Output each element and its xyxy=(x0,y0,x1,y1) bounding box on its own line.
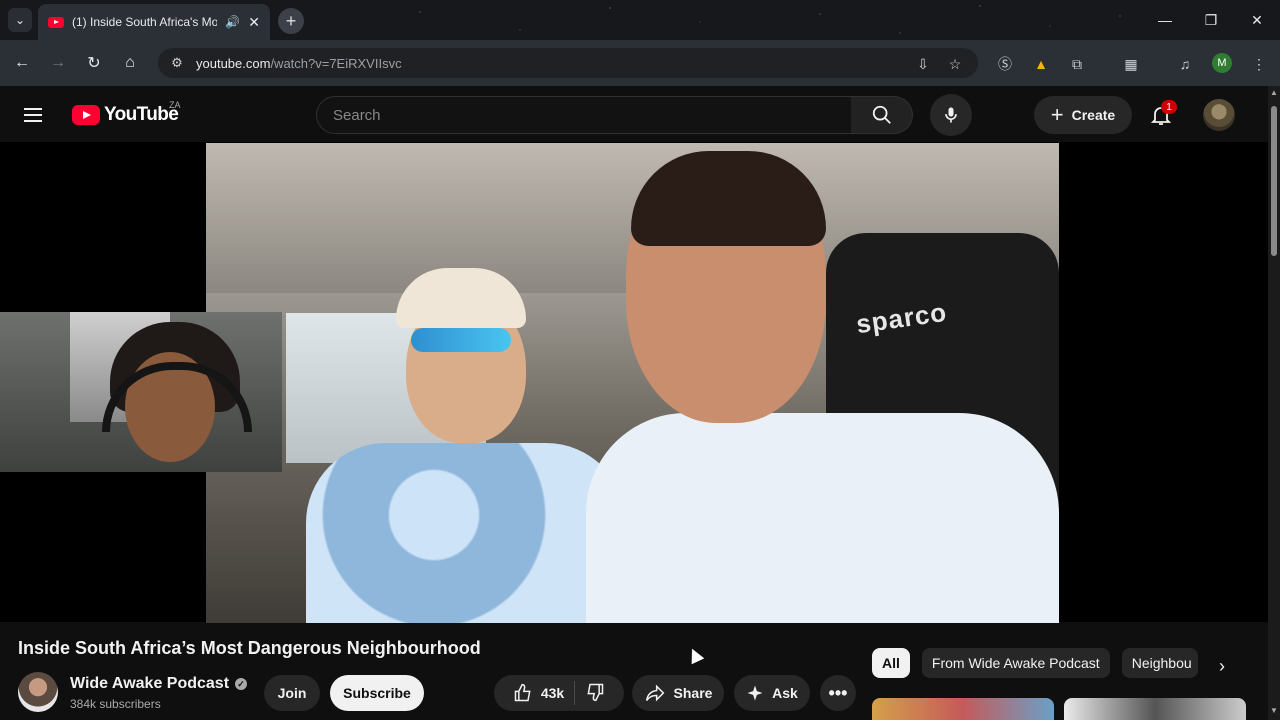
webcam-overlay xyxy=(0,312,282,472)
forward-icon[interactable]: → xyxy=(46,51,70,75)
ask-label: Ask xyxy=(772,685,798,701)
share-label: Share xyxy=(673,685,713,701)
share-arrow-icon xyxy=(645,684,664,702)
plus-icon: + xyxy=(1050,102,1064,127)
address-bar[interactable]: ⚙ youtube.com/watch?v=7EiRXVIIsvc xyxy=(158,48,978,78)
new-tab-icon[interactable]: + xyxy=(278,8,304,34)
bookmark-star-icon[interactable]: ☆ xyxy=(946,55,964,73)
like-divider xyxy=(574,681,576,705)
join-button[interactable]: Join xyxy=(264,675,320,711)
tab-search-icon[interactable]: ⌄ xyxy=(8,8,32,32)
create-label: Create xyxy=(1071,107,1116,123)
reload-icon[interactable]: ↻ xyxy=(82,51,106,75)
chip-from-channel[interactable]: From Wide Awake Podcast xyxy=(921,648,1110,678)
speaker-icon[interactable]: 🔊 xyxy=(225,15,240,29)
share-button[interactable]: Share xyxy=(632,675,724,711)
youtube-play-icon xyxy=(72,105,100,125)
search-icon xyxy=(872,105,891,124)
related-filter-chips: All From Wide Awake Podcast Neighbou xyxy=(872,648,1198,678)
sparkle-icon xyxy=(747,685,763,701)
person-left-sunglasses xyxy=(411,328,511,352)
chip-neighbourhood[interactable]: Neighbou xyxy=(1121,648,1198,678)
person-right-shirt xyxy=(586,413,1059,623)
tab-title: (1) Inside South Africa's Mo xyxy=(72,15,218,29)
page-scrollbar[interactable]: ▲ ▼ xyxy=(1268,86,1280,720)
browser-tab-active[interactable]: (1) Inside South Africa's Mo 🔊 ✕ xyxy=(38,4,270,40)
install-icon[interactable]: ⇩ xyxy=(914,55,932,73)
browser-profile-avatar[interactable]: M xyxy=(1212,53,1232,73)
related-video-thumbnail[interactable] xyxy=(872,698,1054,720)
person-left-shirt xyxy=(306,443,626,623)
chip-all[interactable]: All xyxy=(872,648,910,678)
site-info-icon[interactable]: ⚙ xyxy=(168,54,186,72)
scroll-up-icon[interactable]: ▲ xyxy=(1270,88,1278,97)
voice-search-button[interactable] xyxy=(930,94,972,136)
restore-icon[interactable]: ❐ xyxy=(1188,0,1234,40)
join-label: Join xyxy=(277,685,307,701)
subscribe-button[interactable]: Subscribe xyxy=(330,675,424,711)
video-frame[interactable]: sparco xyxy=(206,143,1059,623)
channel-name-row[interactable]: Wide Awake Podcast ✓ xyxy=(70,675,248,693)
url-text: youtube.com/watch?v=7EiRXVIIsvc xyxy=(196,55,402,71)
account-avatar[interactable] xyxy=(1203,99,1235,131)
extensions-puzzle-icon[interactable]: ⧉ xyxy=(1068,55,1086,73)
like-count: 43k xyxy=(540,685,565,701)
extension-s-icon[interactable]: Ⓢ xyxy=(996,55,1014,73)
split-view-icon[interactable]: ▦ xyxy=(1122,55,1140,73)
search-input[interactable]: Search xyxy=(316,96,852,134)
notifications-button[interactable]: 1 xyxy=(1147,100,1177,129)
microphone-icon xyxy=(945,107,957,123)
window-close-icon[interactable]: ✕ xyxy=(1234,0,1280,40)
notification-badge: 1 xyxy=(1161,100,1177,114)
like-button[interactable]: 43k xyxy=(513,683,564,703)
channel-avatar[interactable] xyxy=(18,672,58,712)
youtube-logo[interactable]: YouTube ZA xyxy=(72,100,181,126)
minimize-icon[interactable]: — xyxy=(1142,0,1188,40)
like-dislike-group: 43k xyxy=(494,675,624,711)
ask-button[interactable]: Ask xyxy=(734,675,810,711)
youtube-wordmark: YouTube xyxy=(104,104,179,125)
related-video-thumbnail[interactable] xyxy=(1064,698,1246,720)
mouse-cursor xyxy=(685,645,705,665)
create-button[interactable]: + Create xyxy=(1034,96,1132,134)
drive-icon[interactable]: ▲ xyxy=(1032,55,1050,73)
back-icon[interactable]: ← xyxy=(10,51,34,75)
scroll-down-icon[interactable]: ▼ xyxy=(1270,706,1278,715)
country-code: ZA xyxy=(169,100,181,110)
channel-name[interactable]: Wide Awake Podcast xyxy=(70,675,229,693)
dislike-button[interactable] xyxy=(585,682,605,705)
search-button[interactable] xyxy=(851,96,913,134)
thumbs-down-icon xyxy=(587,683,604,701)
verified-check-icon: ✓ xyxy=(235,678,248,690)
media-control-icon[interactable]: ♫ xyxy=(1176,55,1194,73)
scrollbar-thumb[interactable] xyxy=(1271,106,1277,256)
subscriber-count: 384k subscribers xyxy=(70,697,161,711)
more-actions-button[interactable]: ••• xyxy=(820,675,856,711)
chrome-menu-icon[interactable]: ⋮ xyxy=(1250,55,1268,73)
subscribe-label: Subscribe xyxy=(343,685,411,701)
youtube-favicon-icon xyxy=(48,16,64,28)
video-title: Inside South Africa’s Most Dangerous Nei… xyxy=(18,638,481,658)
more-horizontal-icon: ••• xyxy=(828,682,848,703)
close-icon[interactable]: ✕ xyxy=(248,14,260,31)
home-icon[interactable]: ⌂ xyxy=(118,51,142,75)
thumbs-up-icon xyxy=(514,683,531,702)
chevron-right-icon[interactable]: › xyxy=(1210,654,1234,678)
menu-icon[interactable] xyxy=(24,103,48,127)
